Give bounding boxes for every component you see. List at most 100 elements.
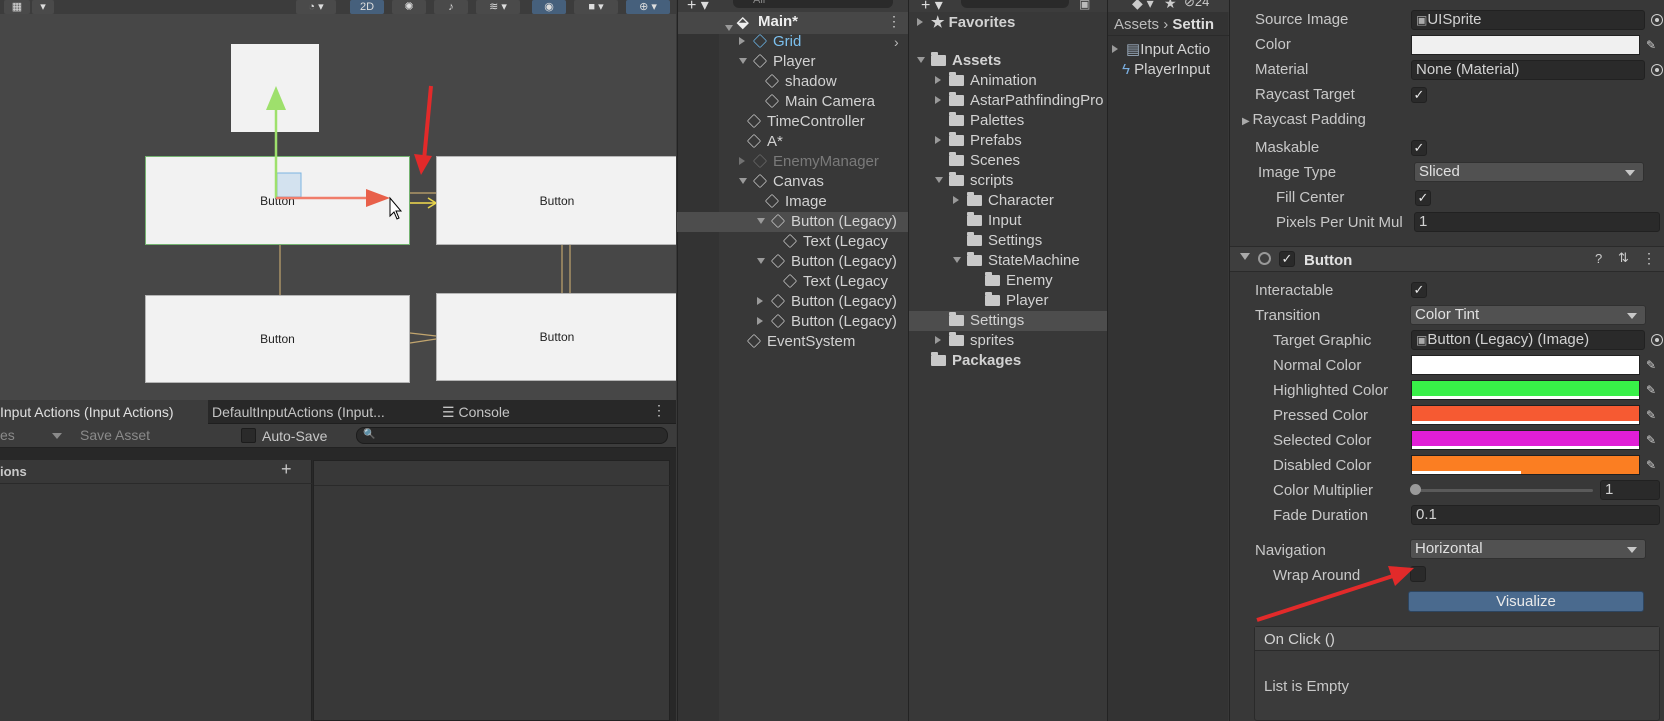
auto-save-checkbox[interactable] bbox=[241, 428, 256, 443]
hierarchy-item-player[interactable]: Player bbox=[720, 52, 816, 72]
folder-icon bbox=[949, 92, 964, 106]
folder-label: Palettes bbox=[970, 112, 1025, 129]
save-asset-button[interactable]: Save Asset bbox=[80, 427, 150, 443]
chevron-down-icon bbox=[757, 258, 765, 264]
breadcrumb-assets[interactable]: Assets bbox=[1114, 16, 1159, 33]
hierarchy-label: EnemyManager bbox=[773, 153, 879, 170]
gameobject-icon bbox=[764, 93, 780, 109]
chevron-right-icon bbox=[757, 297, 763, 305]
folder-label: Settings bbox=[988, 232, 1043, 249]
hierarchy-item-button-legacy-3[interactable]: Button (Legacy) bbox=[720, 292, 897, 312]
folder-label: Enemy bbox=[1006, 272, 1053, 289]
scene-name: Main* bbox=[758, 13, 799, 30]
breadcrumb-settings[interactable]: Settin bbox=[1172, 16, 1214, 33]
chevron-down-icon bbox=[953, 257, 961, 263]
breadcrumb: Assets › Settin bbox=[1108, 14, 1229, 36]
hierarchy-item-enemymanager[interactable]: EnemyManager bbox=[720, 152, 879, 172]
folder-settings[interactable]: Settings bbox=[935, 311, 1024, 331]
folder-label: sprites bbox=[970, 332, 1015, 349]
gameobject-icon bbox=[770, 213, 786, 229]
folder-statemachine[interactable]: StateMachine bbox=[953, 251, 1080, 271]
move-gizmo[interactable] bbox=[0, 0, 676, 400]
hierarchy-item-eventsystem[interactable]: EventSystem bbox=[720, 332, 855, 352]
tab-console[interactable]: ☰ Console bbox=[434, 400, 518, 424]
folder-label: AstarPathfindingPro bbox=[970, 92, 1104, 109]
hierarchy-item-main-camera[interactable]: Main Camera bbox=[720, 92, 875, 112]
search-by-type-icon[interactable]: ▣ bbox=[1079, 0, 1090, 11]
gameobject-icon bbox=[770, 313, 786, 329]
folder-animation[interactable]: Animation bbox=[935, 71, 1037, 91]
hierarchy-item-button-legacy-1[interactable]: Button (Legacy) bbox=[720, 212, 897, 232]
hierarchy-item-astar[interactable]: A* bbox=[720, 132, 783, 152]
chevron-right-icon: › bbox=[894, 34, 899, 50]
actions-header-label: ions bbox=[0, 464, 27, 479]
folder-prefabs[interactable]: Prefabs bbox=[935, 131, 1022, 151]
folder-label: Settings bbox=[970, 312, 1025, 329]
control-scheme-dropdown[interactable]: es bbox=[0, 427, 15, 443]
folder-palettes[interactable]: Palettes bbox=[935, 111, 1024, 131]
hierarchy-item-button-legacy-4[interactable]: Button (Legacy) bbox=[720, 312, 897, 332]
folder-icon bbox=[985, 272, 1000, 286]
folder-scripts[interactable]: scripts bbox=[935, 171, 1013, 191]
asset-input-actions[interactable]: ▤Input Actio bbox=[1112, 40, 1229, 60]
hierarchy-label: A* bbox=[767, 133, 783, 150]
hierarchy-label: TimeController bbox=[767, 113, 865, 130]
add-action-button[interactable]: + bbox=[281, 459, 292, 480]
chevron-right-icon bbox=[935, 96, 941, 104]
folder-icon bbox=[949, 72, 964, 86]
assets-row[interactable]: Assets bbox=[917, 51, 1001, 71]
hierarchy-item-shadow[interactable]: shadow bbox=[720, 72, 837, 92]
folder-astar[interactable]: AstarPathfindingPro bbox=[935, 91, 1107, 111]
chevron-right-icon bbox=[935, 136, 941, 144]
hidden-packages-count[interactable]: ⊘24 bbox=[1184, 0, 1209, 10]
hierarchy-item-grid[interactable]: Grid › bbox=[720, 32, 908, 52]
star-icon[interactable]: ★ bbox=[1164, 0, 1177, 12]
folder-settings-scripts[interactable]: Settings bbox=[953, 231, 1042, 251]
tab-console-label: Console bbox=[458, 404, 510, 420]
hierarchy-search[interactable]: All bbox=[733, 0, 893, 8]
folder-enemy[interactable]: Enemy bbox=[971, 271, 1053, 291]
asset-label: Input Actio bbox=[1140, 41, 1211, 58]
folder-scenes[interactable]: Scenes bbox=[935, 151, 1020, 171]
folder-open-icon bbox=[931, 52, 946, 66]
hierarchy-label: Image bbox=[785, 193, 827, 210]
hierarchy-item-text-legacy-2[interactable]: Text (Legacy bbox=[720, 272, 888, 292]
hierarchy-item-canvas[interactable]: Canvas bbox=[720, 172, 824, 192]
count-label: 24 bbox=[1194, 0, 1210, 9]
scene-view[interactable]: ▦ ▾ ◔ ▾ 2D ✺ ♪ ≋ ▾ ◉ ■ ▾ ⊕ ▾ Button Butt… bbox=[0, 0, 676, 400]
inspector-panel: Source Image ▣UISprite Color ✎ Material … bbox=[1229, 0, 1664, 721]
search-icon: 🔍 bbox=[363, 429, 376, 440]
project-search[interactable] bbox=[961, 0, 1069, 8]
lightning-icon: ϟ bbox=[1122, 61, 1135, 78]
asset-player-input[interactable]: ϟ PlayerInput bbox=[1122, 60, 1229, 80]
hierarchy-item-timecontroller[interactable]: TimeController bbox=[720, 112, 865, 132]
folder-sprites[interactable]: sprites bbox=[935, 331, 1014, 351]
star-icon: ★ bbox=[931, 14, 949, 31]
folder-character[interactable]: Character bbox=[953, 191, 1054, 211]
packages-row[interactable]: Packages bbox=[931, 351, 1021, 371]
folder-open-icon bbox=[949, 172, 964, 186]
folder-input[interactable]: Input bbox=[953, 211, 1021, 231]
hierarchy-item-button-legacy-2[interactable]: Button (Legacy) bbox=[720, 252, 897, 272]
folder-icon bbox=[949, 312, 964, 326]
folder-icon bbox=[967, 232, 982, 246]
gameobject-icon bbox=[764, 193, 780, 209]
hierarchy-item-text-legacy-1[interactable]: Text (Legacy bbox=[720, 232, 888, 252]
project-content-toolbar: ◆ ▾ ★ ⊘24 bbox=[1108, 0, 1229, 12]
chevron-right-icon bbox=[739, 157, 745, 165]
assets-label: Assets bbox=[952, 52, 1002, 69]
folder-player[interactable]: Player bbox=[971, 291, 1049, 311]
scene-menu-icon[interactable]: ⋮ bbox=[887, 13, 901, 30]
hierarchy-item-image[interactable]: Image bbox=[720, 192, 827, 212]
tab-input-actions[interactable]: Input Actions (Input Actions) bbox=[0, 400, 208, 424]
gameobject-icon bbox=[752, 173, 768, 189]
filter-icon[interactable]: ◆ ▾ bbox=[1132, 0, 1154, 12]
annotation-arrow bbox=[1256, 566, 1414, 622]
search-input[interactable]: 🔍 bbox=[356, 427, 668, 444]
folder-icon bbox=[949, 332, 964, 346]
gameobject-icon bbox=[770, 293, 786, 309]
more-options-icon[interactable]: ⋮ bbox=[652, 402, 666, 419]
scene-header-row[interactable]: ⬙ Main* ⋮ bbox=[678, 12, 908, 34]
favorites-row[interactable]: ★ Favorites bbox=[917, 13, 1015, 33]
tab-default-input-actions[interactable]: DefaultInputActions (Input... bbox=[204, 400, 393, 424]
